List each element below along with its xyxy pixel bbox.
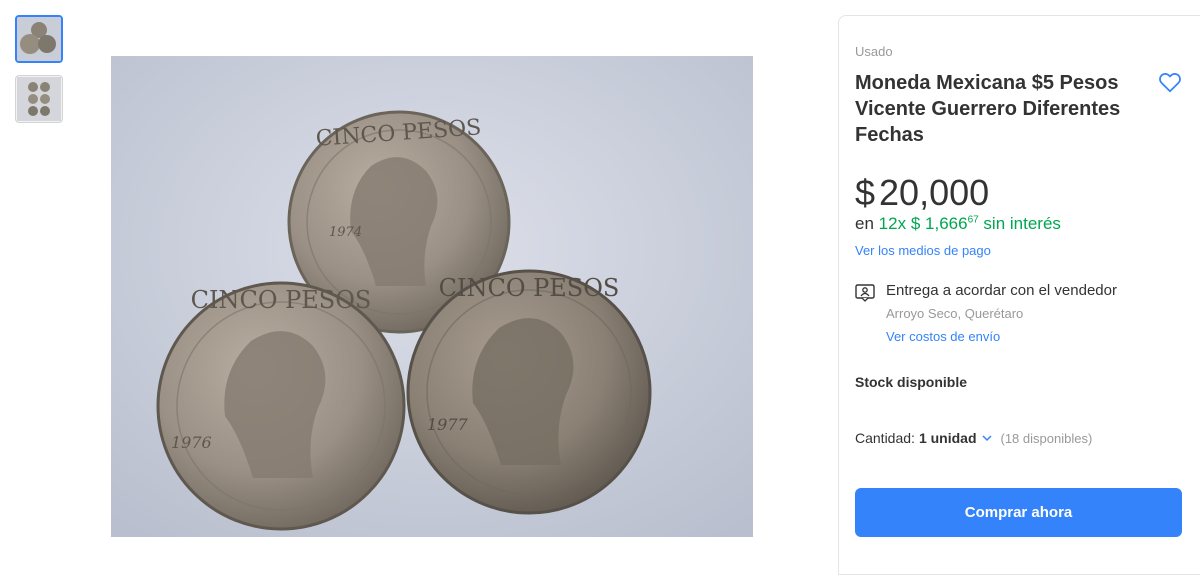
coin-top-year: 1974 xyxy=(329,225,362,240)
price-currency: $ xyxy=(855,172,876,213)
installments: en 12x $ 1,66667 sin interés xyxy=(855,214,1061,234)
coin-right: CINCO PESOS 1977 xyxy=(406,269,652,515)
installments-detail: 12x $ 1,66667 sin interés xyxy=(879,214,1061,233)
heart-icon[interactable] xyxy=(1157,69,1183,95)
product-info-panel: Usado Moneda Mexicana $5 Pesos Vicente G… xyxy=(838,15,1200,575)
installments-suffix: sin interés xyxy=(983,214,1061,233)
installments-prefix: en xyxy=(855,214,874,233)
shipping-location: Arroyo Seco, Querétaro xyxy=(886,306,1024,321)
coin-right-year: 1977 xyxy=(427,415,469,434)
coin-left: CINCO PESOS 1976 xyxy=(156,281,406,531)
thumbnail-1[interactable] xyxy=(15,15,63,63)
shipping-title: Entrega a acordar con el vendedor xyxy=(886,282,1117,299)
coin-right-legend: CINCO PESOS xyxy=(439,274,620,302)
shipping-costs-link[interactable]: Ver costos de envío xyxy=(886,329,1000,344)
coin-left-legend: CINCO PESOS xyxy=(191,286,372,314)
price: $20,000 xyxy=(855,173,989,213)
meeting-pickup-icon xyxy=(855,284,875,302)
quantity-selector[interactable]: Cantidad: 1 unidad (18 disponibles) xyxy=(855,430,1092,446)
main-product-image[interactable]: CINCO PESOS 1974 CINCO PESOS 1976 CINCO … xyxy=(111,56,753,537)
installments-count: 12x xyxy=(878,214,907,233)
three-coins-photo: CINCO PESOS 1974 CINCO PESOS 1976 CINCO … xyxy=(111,56,753,537)
payment-methods-link[interactable]: Ver los medios de pago xyxy=(855,243,991,258)
coin-left-year: 1976 xyxy=(171,433,212,452)
coins-grid-thumbnail xyxy=(17,77,61,121)
coins-photo-thumbnail xyxy=(17,17,61,61)
installments-currency: $ xyxy=(910,214,921,233)
condition-label: Usado xyxy=(855,44,893,59)
price-amount: 20,000 xyxy=(879,172,990,213)
buy-now-button[interactable]: Comprar ahora xyxy=(855,488,1182,537)
chevron-down-icon[interactable] xyxy=(981,432,993,444)
quantity-value[interactable]: 1 unidad xyxy=(919,430,977,446)
installments-amount: 1,666 xyxy=(925,214,968,233)
product-title: Moneda Mexicana $5 Pesos Vicente Guerrer… xyxy=(855,72,1121,146)
installments-cents: 67 xyxy=(967,214,979,226)
thumbnail-2[interactable] xyxy=(15,75,63,123)
available-count: (18 disponibles) xyxy=(1000,430,1093,446)
quantity-label: Cantidad: xyxy=(855,430,915,446)
thumbnail-gallery xyxy=(15,15,63,135)
stock-label: Stock disponible xyxy=(855,374,968,390)
